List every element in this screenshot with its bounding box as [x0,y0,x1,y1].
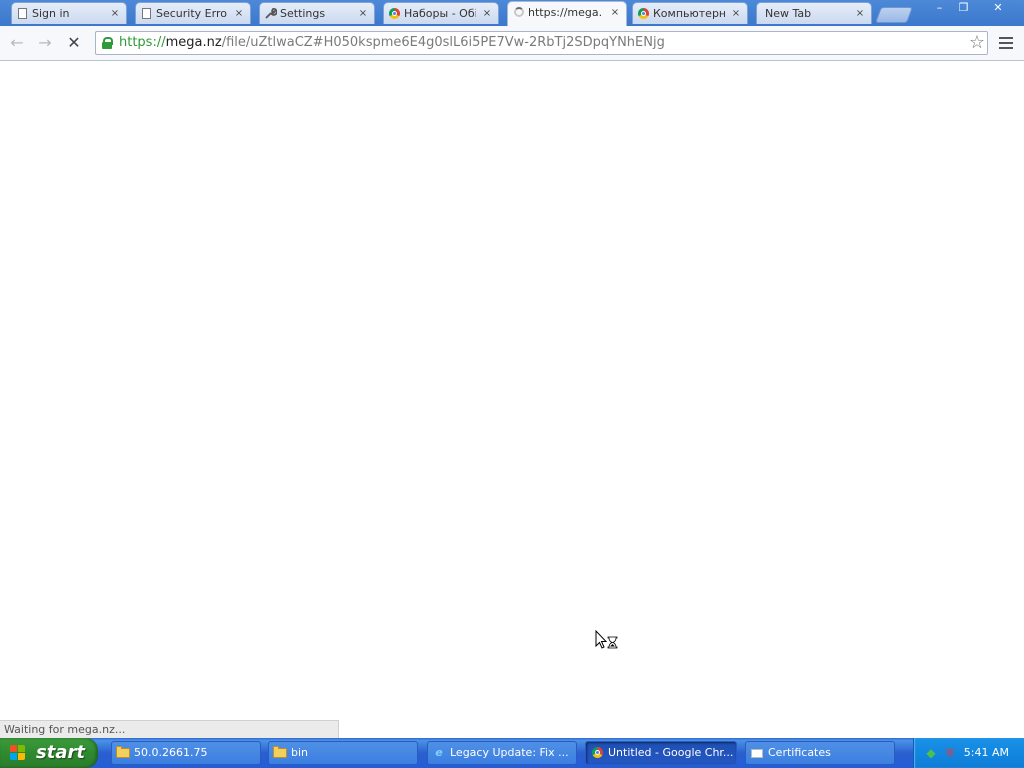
page-icon [140,7,153,20]
loading-spinner-icon [512,6,525,19]
forward-button[interactable]: → [34,32,56,54]
windows-logo-icon [10,745,26,761]
close-window-button[interactable]: ✕ [987,1,1009,16]
url-text[interactable]: https://mega.nz/file/uZtlwaCZ#H050kspme6… [119,32,665,54]
tab-close-icon[interactable]: × [481,3,493,24]
page-icon [16,7,29,20]
tab-label: New Tab [765,7,812,20]
page-content [0,61,1024,738]
chrome-icon [637,7,650,20]
tab-close-icon[interactable]: × [109,3,121,24]
browser-toolbar: ← → ✕ https://mega.nz/file/uZtlwaCZ#H050… [0,26,1024,61]
tab-settings[interactable]: Settings × [259,2,375,24]
start-button[interactable]: start [0,738,98,768]
system-tray: ◆ ⛨ 5:41 AM [913,738,1024,768]
tab-strip: Sign in × Security Error × Settings × На… [0,0,1024,26]
status-bubble: Waiting for mega.nz... [0,720,339,738]
taskbar-item-label: 50.0.2661.75 [134,746,208,759]
tab-label: Security Error [156,7,228,20]
tab-mega-active[interactable]: https://mega. × [507,1,627,26]
chrome-menu-icon[interactable] [998,35,1014,51]
taskbar: start 50.0.2661.75 bin e Legacy Update: … [0,738,1024,768]
network-icon[interactable]: ◆ [924,746,938,760]
tab-sign-in[interactable]: Sign in × [11,2,127,24]
taskbar-item-folder-bin[interactable]: bin [268,741,418,765]
taskbar-item-legacy-update[interactable]: e Legacy Update: Fix ... [427,741,577,765]
tab-label: Settings [280,7,326,20]
bookmark-star-icon[interactable]: ☆ [969,32,985,54]
taskbar-item-folder-50[interactable]: 50.0.2661.75 [111,741,261,765]
chrome-icon [590,746,604,760]
tab-label: Наборы - Обі [404,7,476,20]
url-scheme: https:// [119,35,166,50]
wrench-icon [264,7,278,20]
chrome-icon [388,7,401,20]
taskbar-item-chrome[interactable]: Untitled - Google Chr... [585,741,737,765]
certificate-icon [750,746,764,760]
taskbar-item-label: bin [291,746,309,759]
clock[interactable]: 5:41 AM [964,738,1009,768]
start-label: start [36,742,85,763]
maximize-button[interactable]: ❐ [953,1,974,16]
taskbar-item-label: Legacy Update: Fix ... [450,746,569,759]
tab-security-error[interactable]: Security Error × [135,2,251,24]
taskbar-item-certificates[interactable]: Certificates [745,741,895,765]
tab-nabory[interactable]: Наборы - Обі × [383,2,499,24]
tab-close-icon[interactable]: × [233,3,245,24]
folder-icon [273,746,287,760]
tab-close-icon[interactable]: × [854,3,866,24]
lock-icon[interactable] [102,37,113,49]
tab-new-tab[interactable]: New Tab × [756,2,872,24]
tab-kompyuterni[interactable]: Компьютерні × [632,2,748,24]
url-path: /file/uZtlwaCZ#H050kspme6E4g0slL6i5PE7Vw… [221,35,665,50]
tab-label: https://mega. [528,6,603,19]
busy-cursor-icon [595,630,618,649]
security-shield-icon[interactable]: ⛨ [943,746,957,760]
address-bar[interactable]: https://mega.nz/file/uZtlwaCZ#H050kspme6… [95,31,988,55]
tab-close-icon[interactable]: × [609,2,621,23]
tab-label: Компьютерні [653,7,725,20]
minimize-button[interactable]: – [929,1,950,16]
tab-close-icon[interactable]: × [357,3,369,24]
ie-icon: e [435,746,443,759]
taskbar-item-label: Certificates [768,746,831,759]
taskbar-item-label: Untitled - Google Chr... [608,746,734,759]
stop-button[interactable]: ✕ [63,32,85,54]
back-button[interactable]: ← [6,32,28,54]
folder-icon [116,746,130,760]
tab-label: Sign in [32,7,70,20]
tab-close-icon[interactable]: × [730,3,742,24]
new-tab-button[interactable] [875,7,913,23]
url-host: mega.nz [165,35,222,50]
